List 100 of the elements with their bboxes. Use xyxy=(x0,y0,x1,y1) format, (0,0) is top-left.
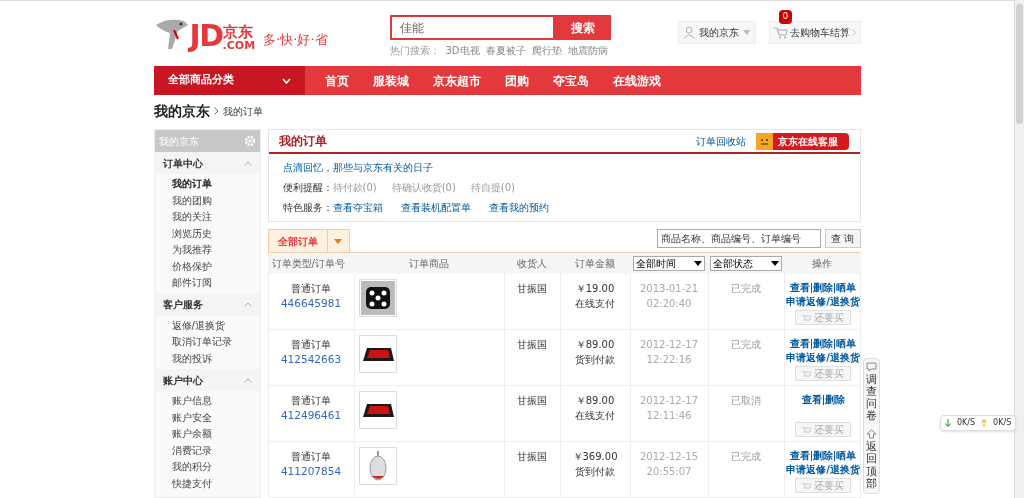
sidebar-item[interactable]: 取消订单记录 xyxy=(154,334,260,351)
cart-button[interactable]: 去购物车结算 xyxy=(768,21,861,44)
order-type: 普通订单 xyxy=(291,450,331,464)
chat-bubble-icon xyxy=(866,362,877,372)
my-account-button[interactable]: 我的京东 xyxy=(677,21,756,44)
order-action-link[interactable]: 查看 xyxy=(790,337,810,351)
repair-return-link[interactable]: 申请返修/退换货 xyxy=(786,351,860,365)
order-action-link[interactable]: 查看 xyxy=(790,281,810,295)
chevron-down-icon xyxy=(281,77,291,84)
order-type: 普通订单 xyxy=(291,394,331,408)
order-amount: ￥89.00 xyxy=(575,394,615,408)
sidebar-item[interactable]: 为我推荐 xyxy=(154,242,260,259)
recycle-bin-link[interactable]: 订单回收站 xyxy=(695,133,746,149)
repair-return-link[interactable]: 申请返修/退换货 xyxy=(786,295,860,309)
special-service-link[interactable]: 查看我的预约 xyxy=(488,200,549,215)
scrollbar-thumb[interactable] xyxy=(1016,4,1023,124)
order-type: 普通订单 xyxy=(291,282,331,296)
sidebar-section-header[interactable]: 订单中心 xyxy=(154,152,260,174)
sidebar-item[interactable]: 我的积分 xyxy=(154,459,260,476)
special-service-link[interactable]: 查看装机配置单 xyxy=(400,200,471,215)
back-to-top-link[interactable]: 返回顶部 xyxy=(866,441,877,490)
order-action-link[interactable]: 删除 xyxy=(813,337,833,351)
sidebar-item[interactable]: 消费记录 xyxy=(154,442,260,459)
order-amount: ￥89.00 xyxy=(575,338,615,352)
order-search-button[interactable]: 查 询 xyxy=(824,229,861,248)
sidebar-item[interactable]: 我的投诉 xyxy=(154,350,260,367)
column-header: 收货人 xyxy=(515,257,548,271)
order-date: 2012-12-15 xyxy=(639,450,699,464)
hot-search-link[interactable]: 3D电视 xyxy=(445,43,480,58)
order-date: 2012-12-17 xyxy=(639,338,699,352)
order-amount: ￥369.00 xyxy=(572,450,618,464)
sidebar-item[interactable]: 我的团购 xyxy=(154,192,260,209)
sidebar-item[interactable]: 账户安全 xyxy=(154,409,260,426)
survey-link[interactable]: 调查问卷 xyxy=(866,374,877,423)
order-number-link[interactable]: 412542663 xyxy=(280,352,342,367)
hot-search-link[interactable]: 爬行垫 xyxy=(531,43,562,58)
sidebar-item[interactable]: 价格保护 xyxy=(154,258,260,275)
sidebar-item[interactable]: 账户信息 xyxy=(154,393,260,410)
breadcrumb-root[interactable]: 我的京东 xyxy=(153,100,210,122)
order-number-link[interactable]: 446645981 xyxy=(280,296,342,311)
special-service-link[interactable]: 查看夺宝箱 xyxy=(332,200,383,215)
sidebar-item[interactable]: 邮件订阅 xyxy=(154,275,260,292)
logo-mark: JD xyxy=(189,21,223,51)
sidebar-item[interactable]: 快捷支付 xyxy=(154,475,260,492)
breadcrumb-current: 我的订单 xyxy=(222,104,263,119)
order-action-link[interactable]: 查看 xyxy=(801,393,822,407)
nav-link[interactable]: 夺宝岛 xyxy=(552,71,589,90)
order-search-field[interactable]: 商品名称、商品编号、订单编号 xyxy=(656,229,821,248)
cart-icon xyxy=(802,481,811,490)
nav-link[interactable]: 在线游戏 xyxy=(612,71,661,90)
order-time: 12:11:46 xyxy=(646,409,692,423)
upload-arrow-icon xyxy=(981,419,988,427)
sidebar-section-header[interactable]: 客户服务 xyxy=(154,293,260,316)
order-action-link[interactable]: 晒单 xyxy=(836,449,856,463)
receiver-name: 甘振国 xyxy=(517,338,547,352)
sidebar-item[interactable]: 返修/退换货 xyxy=(154,317,260,334)
cart-icon xyxy=(802,313,811,322)
payment-method: 在线支付 xyxy=(575,297,615,311)
sidebar-section-title: 账户中心 xyxy=(162,373,203,388)
hot-search-label: 热门搜索： xyxy=(389,44,440,58)
cart-count-badge: 0 xyxy=(778,10,793,24)
order-number-link[interactable]: 412496461 xyxy=(280,408,342,423)
column-filter-dropdown[interactable]: 全部状态 xyxy=(709,256,782,271)
order-action-link[interactable]: 删除 xyxy=(813,449,833,463)
nav-link[interactable]: 团购 xyxy=(504,71,529,90)
nav-link[interactable]: 京东超市 xyxy=(432,71,481,90)
order-action-link[interactable]: 删除 xyxy=(824,393,845,407)
search-field[interactable]: 佳能 xyxy=(389,15,555,40)
order-time: 20:55:07 xyxy=(646,465,692,479)
search-button[interactable]: 搜索 xyxy=(554,15,611,40)
order-status: 已取消 xyxy=(731,394,761,408)
cart-icon xyxy=(773,26,788,39)
memory-link[interactable]: 点滴回忆，那些与京东有关的日子 xyxy=(282,160,846,175)
nav-link[interactable]: 服装城 xyxy=(372,71,409,90)
hot-search-link[interactable]: 地震防病 xyxy=(567,43,608,58)
sidebar-item[interactable]: 账户余额 xyxy=(154,426,260,443)
payment-method: 货到付款 xyxy=(575,353,615,367)
category-menu-button[interactable]: 全部商品分类 xyxy=(153,66,305,95)
column-filter-dropdown[interactable]: 全部时间 xyxy=(632,256,705,271)
order-action-link[interactable]: 查看 xyxy=(790,449,810,463)
orders-tab[interactable]: 全部订单 xyxy=(267,229,350,252)
online-service-button[interactable]: 京东在线客服 xyxy=(755,132,849,150)
sidebar-item[interactable]: 我的关注 xyxy=(154,209,260,226)
special-service-label: 特色服务： xyxy=(282,201,333,215)
user-icon xyxy=(682,26,695,39)
order-number-link[interactable]: 411207854 xyxy=(280,464,342,479)
nav-link[interactable]: 首页 xyxy=(324,71,349,90)
receiver-name: 甘振国 xyxy=(517,450,547,464)
dice-photo xyxy=(360,281,395,315)
payment-method: 在线支付 xyxy=(575,409,615,423)
order-action-link[interactable]: 晒单 xyxy=(836,281,856,295)
reminder-label: 便利提醒： xyxy=(282,181,333,195)
hot-search-link[interactable]: 春夏被子 xyxy=(485,43,526,58)
sidebar-item[interactable]: 我的订单 xyxy=(154,176,260,193)
repair-return-link[interactable]: 申请返修/退换货 xyxy=(786,463,860,477)
order-action-link[interactable]: 删除 xyxy=(813,281,833,295)
order-action-link[interactable]: 晒单 xyxy=(836,337,856,351)
order-date: 2013-01-21 xyxy=(639,282,699,296)
sidebar-item[interactable]: 浏览历史 xyxy=(154,225,260,242)
sidebar-section-header[interactable]: 账户中心 xyxy=(154,369,260,391)
